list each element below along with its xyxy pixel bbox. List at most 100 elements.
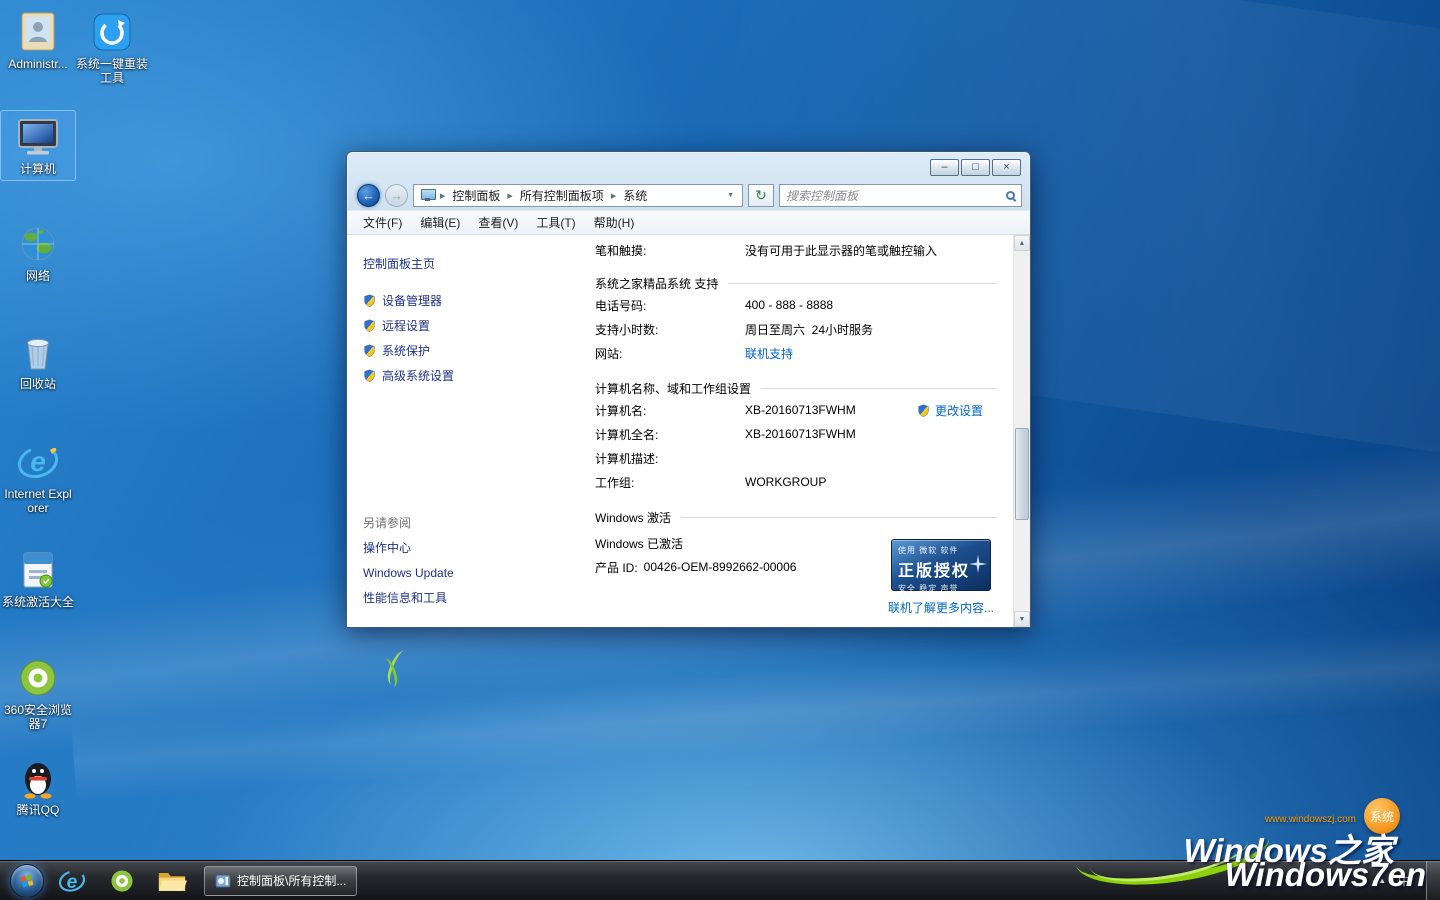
section-divider — [728, 283, 997, 284]
sidebar-control-panel-home[interactable]: 控制面板主页 — [363, 255, 557, 272]
breadcrumb-separator-icon: ▶ — [506, 192, 513, 200]
close-icon: × — [1003, 162, 1009, 173]
internet-explorer-icon: e — [16, 440, 60, 484]
360-browser-icon — [16, 656, 60, 700]
ime-indicator[interactable]: 中 — [1398, 872, 1410, 889]
desktop-icon-label: 计算机 — [1, 162, 75, 176]
computer-name-section-header: 计算机名称、域和工作组设置 — [595, 378, 997, 398]
desktop-icon-administrator[interactable]: Administr... — [0, 6, 76, 75]
watermark-url: www.windowszj.com — [1265, 814, 1356, 825]
menu-tools[interactable]: 工具(T) — [528, 211, 583, 234]
workgroup-value: WORKGROUP — [745, 475, 826, 489]
window-titlebar[interactable]: – □ × — [347, 152, 1030, 181]
computer-description-row: 计算机描述: — [595, 446, 997, 470]
computer-icon — [16, 115, 60, 159]
desktop-icon-recycle-bin[interactable]: 回收站 — [0, 326, 76, 395]
taskbar-windows-explorer[interactable] — [150, 861, 194, 900]
workgroup-row: 工作组: WORKGROUP — [595, 470, 997, 494]
sidebar: 控制面板主页 设备管理器 远程设置 系统保护 高级系统设置 另请参阅 — [347, 235, 557, 627]
search-box — [779, 184, 1022, 207]
internet-explorer-icon: e — [58, 867, 86, 895]
uac-shield-icon — [363, 294, 376, 307]
change-settings[interactable]: 更改设置 — [917, 402, 997, 419]
menu-bar: 文件(F) 编辑(E) 查看(V) 工具(T) 帮助(H) — [347, 210, 1030, 235]
online-support-link[interactable]: 联机支持 — [745, 345, 793, 362]
taskbar-control-panel-task[interactable]: 控制面板\所有控制... — [204, 866, 357, 896]
website-row: 网站: 联机支持 — [595, 341, 997, 365]
close-button[interactable]: × — [992, 159, 1021, 176]
desktop: Administr... 系统一键重装工具 计算机 网络 — [0, 0, 1440, 900]
windows-flag-icon — [17, 871, 37, 891]
main-panel: 笔和触摸: 没有可用于此显示器的笔或触控输入 系统之家精品系统 支持 电话号码:… — [557, 235, 1013, 627]
task-label: 控制面板\所有控制... — [237, 872, 346, 889]
genuine-microsoft-badge[interactable]: 使用 微软 软件 正版授权 安全 稳定 声誉 — [891, 539, 991, 591]
support-hours-value: 周日至周六 24小时服务 — [745, 321, 873, 338]
support-hours-label: 支持小时数: — [595, 321, 745, 338]
genuine-column: 使用 微软 软件 正版授权 安全 稳定 声誉 联机了解更多内容... — [885, 539, 997, 616]
desktop-icon-internet-explorer[interactable]: e Internet Explorer — [0, 436, 76, 519]
breadcrumb-dropdown-icon[interactable]: ▼ — [723, 192, 738, 199]
breadcrumb-control-panel[interactable]: 控制面板 — [446, 187, 506, 204]
vertical-scrollbar[interactable]: ▲ ▼ — [1013, 235, 1030, 627]
minimize-button[interactable]: – — [930, 159, 959, 176]
change-settings-link[interactable]: 更改设置 — [935, 402, 983, 419]
menu-file[interactable]: 文件(F) — [355, 211, 410, 234]
scrollbar-thumb[interactable] — [1015, 428, 1029, 520]
show-desktop-button[interactable] — [1426, 861, 1440, 900]
desktop-icon-label: 360安全浏览器7 — [0, 703, 76, 731]
breadcrumb-all-control-panel-items[interactable]: 所有控制面板项 — [514, 187, 610, 204]
sidebar-advanced-system-settings[interactable]: 高级系统设置 — [363, 363, 557, 388]
desktop-icon-computer[interactable]: 计算机 — [0, 110, 76, 181]
desktop-icon-360-browser[interactable]: 360安全浏览器7 — [0, 652, 76, 735]
activation-section-title: Windows 激活 — [595, 509, 671, 526]
breadcrumb-separator-icon: ▶ — [610, 192, 617, 200]
menu-help[interactable]: 帮助(H) — [586, 211, 643, 234]
scroll-up-icon: ▲ — [1019, 240, 1026, 247]
taskbar-360-browser[interactable] — [100, 861, 144, 900]
desktop-icon-system-activation[interactable]: 系统激活大全 — [0, 544, 76, 613]
administrator-icon — [16, 10, 60, 54]
search-input[interactable] — [786, 189, 1002, 203]
phone-label: 电话号码: — [595, 297, 745, 314]
system-window: – □ × ← → ▶ 控制面板 ▶ 所有控制面板项 ▶ 系统 ▼ ↻ — [346, 151, 1031, 628]
start-button[interactable] — [10, 864, 44, 898]
menu-view[interactable]: 查看(V) — [470, 211, 526, 234]
wallpaper-grass-decoration — [380, 648, 420, 692]
sidebar-system-protection[interactable]: 系统保护 — [363, 338, 557, 363]
pen-touch-label: 笔和触摸: — [595, 242, 745, 259]
back-button[interactable]: ← — [357, 184, 380, 207]
desktop-icon-tencent-qq[interactable]: 腾讯QQ — [0, 752, 76, 821]
sidebar-performance-tools[interactable]: 性能信息和工具 — [363, 585, 557, 610]
desktop-icon-label: Administr... — [0, 57, 76, 71]
desktop-icon-label: Internet Explorer — [0, 487, 76, 515]
desktop-icon-system-reinstall-tool[interactable]: 系统一键重装工具 — [74, 6, 150, 89]
breadcrumb: ▶ 控制面板 ▶ 所有控制面板项 ▶ 系统 ▼ — [413, 184, 743, 207]
taskbar-internet-explorer[interactable]: e — [50, 861, 94, 900]
recycle-bin-icon — [16, 330, 60, 374]
sidebar-device-manager[interactable]: 设备管理器 — [363, 288, 557, 313]
scroll-down-button[interactable]: ▼ — [1014, 611, 1030, 627]
navigation-bar: ← → ▶ 控制面板 ▶ 所有控制面板项 ▶ 系统 ▼ ↻ — [347, 181, 1030, 210]
menu-edit[interactable]: 编辑(E) — [412, 211, 468, 234]
computer-fullname-label: 计算机全名: — [595, 426, 745, 443]
learn-more-online-link[interactable]: 联机了解更多内容... — [888, 599, 994, 616]
sidebar-remote-settings[interactable]: 远程设置 — [363, 313, 557, 338]
refresh-button[interactable]: ↻ — [748, 184, 774, 207]
desktop-icon-network[interactable]: 网络 — [0, 218, 76, 287]
forward-button[interactable]: → — [385, 184, 408, 207]
breadcrumb-system[interactable]: 系统 — [617, 187, 653, 204]
sidebar-windows-update[interactable]: Windows Update — [363, 560, 557, 585]
uac-shield-icon — [917, 404, 930, 417]
phone-value: 400 - 888 - 8888 — [745, 298, 833, 312]
sidebar-action-center[interactable]: 操作中心 — [363, 535, 557, 560]
uac-shield-icon — [363, 369, 376, 382]
search-icon[interactable] — [1006, 191, 1015, 200]
uac-shield-icon — [363, 319, 376, 332]
scroll-up-button[interactable]: ▲ — [1014, 235, 1030, 251]
product-id-value: 00426-OEM-8992662-00006 — [644, 560, 797, 574]
maximize-icon: □ — [972, 162, 979, 173]
tray-expand-icon[interactable]: ▲ — [1378, 876, 1386, 885]
maximize-button[interactable]: □ — [961, 159, 990, 176]
desktop-icon-label: 系统一键重装工具 — [74, 57, 150, 85]
phone-row: 电话号码: 400 - 888 - 8888 — [595, 293, 997, 317]
